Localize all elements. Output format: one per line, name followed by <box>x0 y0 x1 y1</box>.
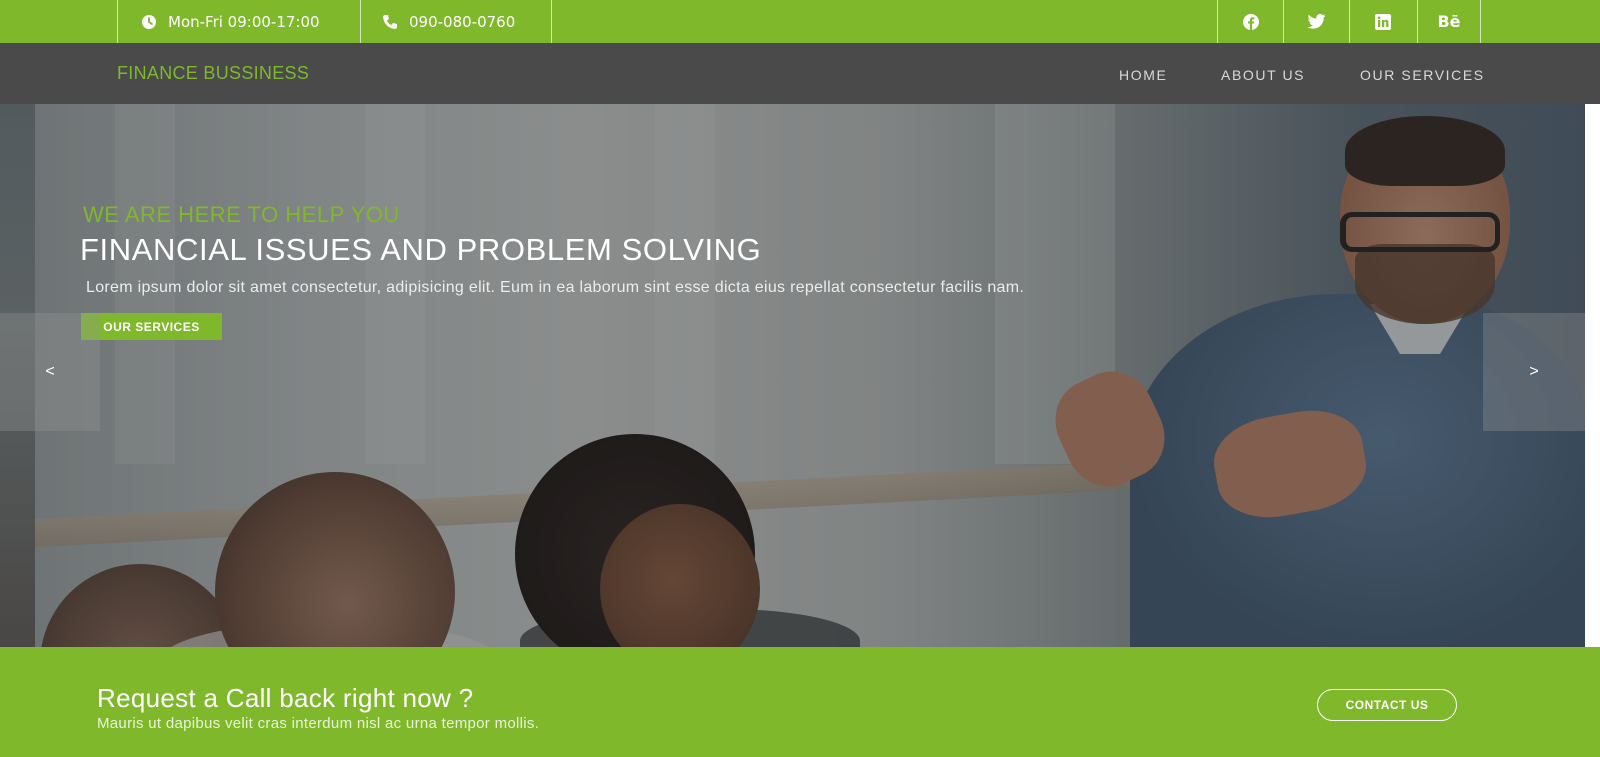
facebook-icon[interactable] <box>1217 0 1283 43</box>
phone-text: 090-080-0760 <box>409 12 516 31</box>
hours-text: Mon-Fri 09:00-17:00 <box>168 12 320 31</box>
callback-section: Request a Call back right now ? Mauris u… <box>0 647 1600 757</box>
callback-title: Request a Call back right now ? <box>97 683 474 713</box>
slider-prev-button[interactable]: < <box>0 313 100 431</box>
brand-logo[interactable]: FINANCE BUSSINESS <box>117 63 309 84</box>
slider-next-button[interactable]: > <box>1483 313 1585 431</box>
behance-icon[interactable]: Bē <box>1417 0 1481 43</box>
clock-icon <box>140 13 158 31</box>
behance-glyph: Bē <box>1437 12 1461 31</box>
nav-home[interactable]: HOME <box>1119 67 1167 83</box>
hero-headline: FINANCIAL ISSUES AND PROBLEM SOLVING <box>80 232 762 267</box>
hero-dark-overlay <box>0 104 1585 647</box>
chevron-left-icon: < <box>45 363 55 380</box>
chevron-right-icon: > <box>1529 363 1539 380</box>
callback-subtitle: Mauris ut dapibus velit cras interdum ni… <box>97 715 540 732</box>
nav-about-us[interactable]: ABOUT US <box>1221 67 1305 83</box>
hero-description: Lorem ipsum dolor sit amet consectetur, … <box>86 279 1025 296</box>
our-services-button[interactable]: OUR SERVICES <box>81 313 222 340</box>
twitter-icon[interactable] <box>1283 0 1349 43</box>
main-navbar: FINANCE BUSSINESS HOME ABOUT US OUR SERV… <box>0 43 1600 104</box>
hero-slider: WE ARE HERE TO HELP YOU FINANCIAL ISSUES… <box>0 104 1585 647</box>
phone-info: 090-080-0760 <box>360 0 552 43</box>
linkedin-icon[interactable] <box>1349 0 1415 43</box>
nav-our-services[interactable]: OUR SERVICES <box>1360 67 1485 83</box>
phone-icon <box>381 13 399 31</box>
hero-kicker: WE ARE HERE TO HELP YOU <box>83 202 400 227</box>
contact-us-button[interactable]: CONTACT US <box>1317 689 1457 721</box>
hours-info: Mon-Fri 09:00-17:00 <box>117 0 361 43</box>
top-bar: Mon-Fri 09:00-17:00 090-080-0760 Bē <box>0 0 1600 43</box>
